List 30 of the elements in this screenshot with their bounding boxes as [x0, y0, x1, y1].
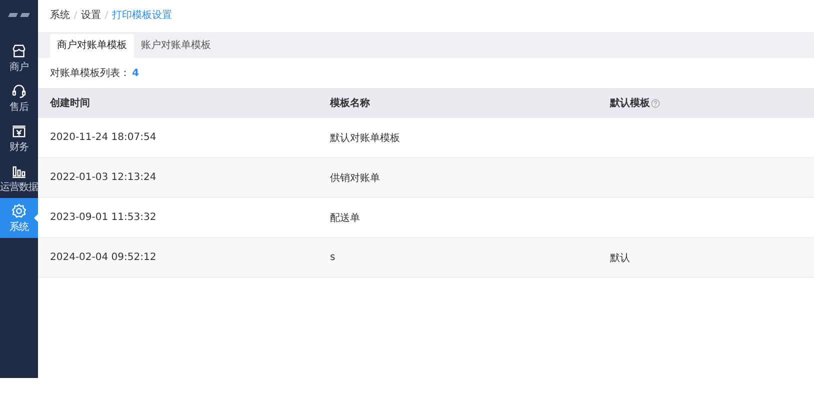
- table-cell: 2023-09-01 11:53:32: [50, 212, 156, 223]
- breadcrumb-link[interactable]: 设置: [81, 8, 101, 22]
- logo-icon: [7, 13, 31, 17]
- table-cell: 默认: [610, 252, 630, 264]
- table-cell: 配送单: [330, 212, 360, 224]
- table-row[interactable]: 2024-02-04 09:52:12 s 默认: [38, 238, 814, 278]
- tab[interactable]: 商户对账单模板: [50, 34, 134, 58]
- column-header: 模板名称: [330, 96, 370, 110]
- sidebar-item[interactable]: 商户: [0, 38, 38, 78]
- settings-icon: [11, 202, 27, 218]
- store-icon: [11, 42, 27, 58]
- table-cell: 供销对账单: [330, 172, 380, 184]
- sidebar-item[interactable]: 售后: [0, 78, 38, 118]
- list-count-label: 对账单模板列表：: [50, 66, 130, 80]
- column-header: 默认模板: [610, 96, 650, 110]
- table-cell: 2022-01-03 12:13:24: [50, 172, 156, 183]
- sidebar-item[interactable]: 财务: [0, 118, 38, 158]
- list-count: 4: [132, 68, 139, 78]
- cash-register-icon: [11, 122, 27, 138]
- table-cell: 默认对账单模板: [330, 132, 400, 144]
- help-icon[interactable]: [651, 98, 660, 108]
- table-cell: 2020-11-24 18:07:54: [50, 132, 156, 143]
- sidebar-item[interactable]: 运营数据: [0, 158, 38, 198]
- table-cell: s: [330, 252, 336, 263]
- headset-icon: [11, 82, 27, 98]
- column-header: 创建时间: [50, 96, 90, 110]
- breadcrumb-link[interactable]: 打印模板设置: [112, 8, 172, 22]
- table-row[interactable]: 2022-01-03 12:13:24 供销对账单: [38, 158, 814, 198]
- breadcrumb-link[interactable]: 系统: [50, 8, 70, 22]
- table-cell: 2024-02-04 09:52:12: [50, 252, 156, 263]
